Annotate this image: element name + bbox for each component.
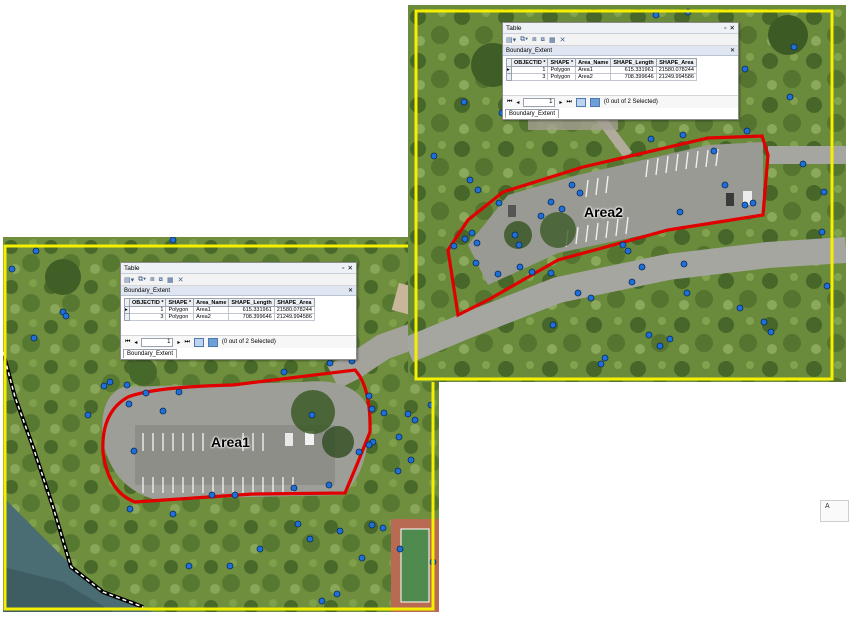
column-header[interactable]: SHAPE * <box>547 58 577 67</box>
column-header[interactable]: SHAPE * <box>165 298 195 307</box>
column-header[interactable]: SHAPE_Length <box>610 58 657 67</box>
record-position-input[interactable]: 1 <box>523 97 556 107</box>
cell[interactable]: Area2 <box>193 313 230 321</box>
table-row[interactable]: ▸ 1 Polygon Area1 615.331961 21580.07824… <box>506 66 697 74</box>
cell[interactable]: Area1 <box>193 306 230 314</box>
column-header[interactable]: SHAPE_Area <box>273 298 315 307</box>
restore-icon[interactable]: ▫ <box>724 25 726 32</box>
attribute-grid[interactable]: OBJECTID * SHAPE * Area_Name SHAPE_Lengt… <box>506 58 697 81</box>
table-row[interactable]: 3 Polygon Area2 708.399646 21249.994586 <box>506 73 697 81</box>
close-icon[interactable]: ✕ <box>348 264 353 272</box>
cell[interactable]: 708.399646 <box>610 73 657 81</box>
record-position-input[interactable]: 1 <box>141 337 174 347</box>
clipped-widget[interactable]: A <box>820 500 849 522</box>
last-record-icon[interactable]: ⏭ <box>184 339 189 346</box>
layer-name: Boundary_Extent <box>506 47 553 54</box>
cell[interactable]: 21580.078244 <box>273 306 315 314</box>
clear-selection-icon[interactable]: ⧇ <box>159 276 163 284</box>
table-options-icon[interactable]: ▤▾ <box>124 276 134 284</box>
layer-tab-header: Boundary_Extent ✕ <box>503 46 738 56</box>
cell[interactable]: Area2 <box>575 73 612 81</box>
layer-tab[interactable]: Boundary_Extent <box>123 349 178 358</box>
attribute-table-window[interactable]: Table ▫ ✕ ▤▾ ⧉▾ ⧈ ⧇ ▦ ✕ Boundary_Extent … <box>502 22 739 120</box>
column-header[interactable]: Area_Name <box>193 298 230 307</box>
record-navigator: ⏮ ◂ 1 ▸ ⏭ (0 out of 2 Selected) <box>121 335 356 348</box>
restore-icon[interactable]: ▫ <box>342 265 344 272</box>
close-icon[interactable]: ✕ <box>730 47 735 54</box>
table-window-title: Table <box>124 264 140 272</box>
first-record-icon[interactable]: ⏮ <box>125 339 130 346</box>
select-icon[interactable]: ⧉▾ <box>520 36 528 44</box>
cell[interactable]: 615.331961 <box>610 66 657 74</box>
cell[interactable]: 1 <box>510 66 549 74</box>
show-selected-icon[interactable] <box>207 337 218 347</box>
table-title-bar[interactable]: Table ▫ ✕ <box>503 23 738 34</box>
attribute-table-window[interactable]: Table ▫ ✕ ▤▾ ⧉▾ ⧈ ⧇ ▦ ✕ Boundary_Extent … <box>120 262 357 360</box>
last-record-icon[interactable]: ⏭ <box>566 99 571 106</box>
column-header[interactable]: SHAPE_Length <box>228 298 275 307</box>
area2-label: Area2 <box>584 204 623 220</box>
cell[interactable]: 21249.994586 <box>273 313 315 321</box>
layer-tab-header: Boundary_Extent ✕ <box>121 286 356 296</box>
next-record-icon[interactable]: ▸ <box>559 99 562 106</box>
table-window-title: Table <box>506 24 522 32</box>
next-record-icon[interactable]: ▸ <box>177 339 180 346</box>
cell[interactable]: 3 <box>510 73 549 81</box>
cell[interactable]: 3 <box>128 313 167 321</box>
map-panel-area2[interactable]: Area2 Table ▫ ✕ ▤▾ ⧉▾ ⧈ ⧇ ▦ ✕ Boundary_E… <box>408 5 846 382</box>
show-selected-icon[interactable] <box>589 97 600 107</box>
cell[interactable]: 708.399646 <box>228 313 275 321</box>
delete-selected-icon[interactable]: ✕ <box>560 36 566 44</box>
selection-status: (0 out of 2 Selected) <box>603 99 658 105</box>
layer-tab[interactable]: Boundary_Extent <box>505 109 560 118</box>
delete-selected-icon[interactable]: ✕ <box>178 276 184 284</box>
selection-status: (0 out of 2 Selected) <box>221 339 276 345</box>
cell[interactable]: 21580.078244 <box>655 66 697 74</box>
table-options-icon[interactable]: ▤▾ <box>506 36 516 44</box>
table-toolbar: ▤▾ ⧉▾ ⧈ ⧇ ▦ ✕ <box>503 34 738 46</box>
cell[interactable]: Area1 <box>575 66 612 74</box>
clipped-widget-label: A <box>825 503 830 510</box>
table-row[interactable]: ▸ 1 Polygon Area1 615.331961 21580.07824… <box>124 306 315 314</box>
prev-record-icon[interactable]: ◂ <box>134 339 137 346</box>
record-navigator: ⏮ ◂ 1 ▸ ⏭ (0 out of 2 Selected) <box>503 95 738 108</box>
close-icon[interactable]: ✕ <box>730 24 735 32</box>
cell[interactable]: Polygon <box>547 66 577 74</box>
table-toolbar: ▤▾ ⧉▾ ⧈ ⧇ ▦ ✕ <box>121 274 356 286</box>
column-header[interactable]: OBJECTID * <box>510 58 549 67</box>
cell[interactable]: 21249.994586 <box>655 73 697 81</box>
cell[interactable]: Polygon <box>165 313 195 321</box>
close-icon[interactable]: ✕ <box>348 287 353 294</box>
table-row[interactable]: 3 Polygon Area2 708.399646 21249.994586 <box>124 313 315 321</box>
attribute-grid[interactable]: OBJECTID * SHAPE * Area_Name SHAPE_Lengt… <box>124 298 315 321</box>
area1-label: Area1 <box>211 434 250 450</box>
switch-selection-icon[interactable]: ⧈ <box>150 276 154 284</box>
column-header[interactable]: SHAPE_Area <box>655 58 697 67</box>
cell[interactable]: Polygon <box>547 73 577 81</box>
cell[interactable]: 1 <box>128 306 167 314</box>
first-record-icon[interactable]: ⏮ <box>507 99 512 106</box>
table-title-bar[interactable]: Table ▫ ✕ <box>121 263 356 274</box>
zoom-selected-icon[interactable]: ▦ <box>549 36 556 44</box>
show-all-icon[interactable] <box>193 337 204 347</box>
switch-selection-icon[interactable]: ⧈ <box>532 36 536 44</box>
column-header[interactable]: Area_Name <box>575 58 612 67</box>
show-all-icon[interactable] <box>575 97 586 107</box>
layer-name: Boundary_Extent <box>124 287 171 294</box>
clear-selection-icon[interactable]: ⧇ <box>541 36 545 44</box>
map-panel-area1[interactable]: Area1 Table ▫ ✕ ▤▾ ⧉▾ ⧈ ⧇ ▦ ✕ Boundary_E… <box>3 237 439 612</box>
cell[interactable]: 615.331961 <box>228 306 275 314</box>
column-header[interactable]: OBJECTID * <box>128 298 167 307</box>
select-icon[interactable]: ⧉▾ <box>138 276 146 284</box>
zoom-selected-icon[interactable]: ▦ <box>167 276 174 284</box>
prev-record-icon[interactable]: ◂ <box>516 99 519 106</box>
cell[interactable]: Polygon <box>165 306 195 314</box>
